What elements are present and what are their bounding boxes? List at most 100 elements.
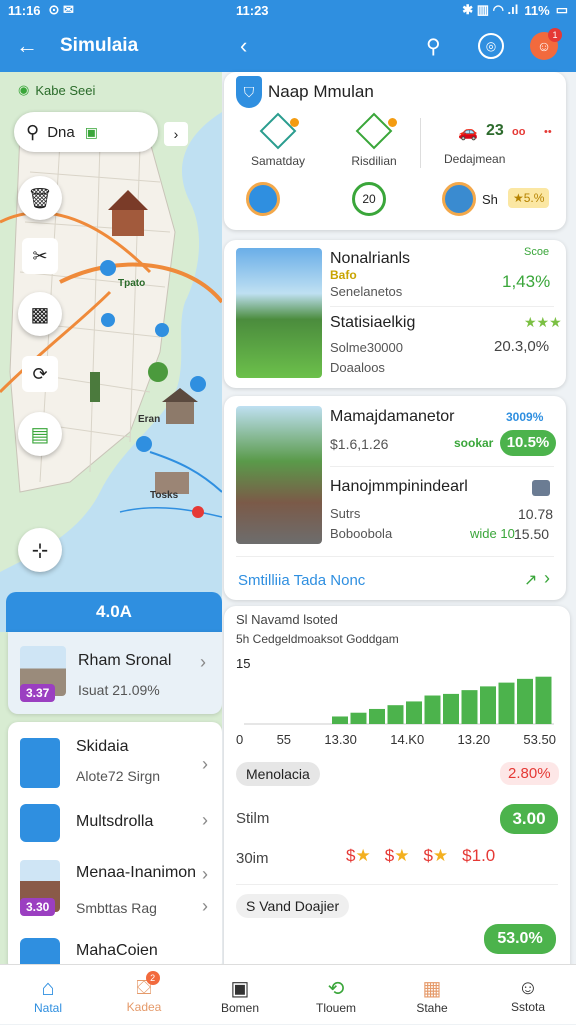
layers-button[interactable]: 🗑 — [18, 176, 62, 220]
chart-bar — [443, 693, 459, 724]
nav-label: Natal — [33, 1001, 62, 1015]
featured-badge: 3.37 — [20, 684, 56, 702]
price-tiers: $★ $★ $★ $1.0 — [346, 846, 495, 866]
refresh-button[interactable]: ⟳ — [22, 356, 58, 392]
chevron-right-icon: › — [202, 810, 208, 830]
detail-pill[interactable]: 53.0% — [484, 924, 556, 954]
price-tier-text: $ — [423, 846, 433, 865]
nav-item-home[interactable]: ⌂ Natal — [0, 965, 96, 1025]
list-item[interactable]: Multsdrolla › — [8, 802, 222, 844]
map-search-chip[interactable]: ⚲ Dna ▣ — [14, 112, 158, 152]
featured-title: Rham Sronal — [78, 652, 172, 669]
nav-item-updates[interactable]: ⟲ Tlouem — [288, 965, 384, 1025]
nature-card[interactable]: Nonalrianls Bafo Senelanetos Scoe 1,43% … — [224, 240, 566, 388]
map-tag: Eran — [138, 414, 161, 425]
divider — [420, 118, 421, 168]
map-thumb-icon[interactable] — [442, 182, 476, 216]
chart-area — [244, 676, 554, 725]
price-tier: $★ — [346, 846, 371, 866]
nav-badge: 2 — [145, 970, 160, 985]
score-chip-value: 20 — [362, 192, 376, 206]
tag-icon: ⛋ 2 — [136, 970, 160, 1000]
tools-icon: ✂ — [32, 245, 48, 266]
map-tag: Tpato — [118, 278, 146, 289]
back-arrow-icon[interactable]: ← — [16, 33, 38, 59]
left-panel: 11:16 ⊙ ✉ ← Simulaia ◉ Kabe Seei ⚲ Dna ▣… — [0, 0, 222, 964]
chart-bar — [350, 712, 367, 724]
stat-item[interactable]: Risdilian — [332, 112, 416, 178]
nav-item-profile[interactable]: ☺ Sstota — [480, 965, 576, 1025]
nature-percent: 1,43% — [502, 272, 551, 291]
tools-button[interactable]: ✂ — [22, 238, 58, 274]
nav-label: Sstota — [510, 999, 546, 1014]
star-icon: ★ — [355, 846, 371, 865]
list-item[interactable]: 3.30 Menaa-Inanimon Smbttas Rag › › — [8, 852, 222, 922]
landscape-icon[interactable] — [246, 182, 280, 216]
nav-item-tags[interactable]: ⛋ 2 Kadea — [96, 965, 192, 1025]
metric-percent: 2.80% — [500, 762, 559, 785]
nav-item-bookings[interactable]: ▣ Bomen — [192, 965, 288, 1025]
x-axis: 0 55 13.30 14.K0 13.20 53.50 — [236, 732, 556, 747]
route-card[interactable]: Mamajdamanetor 3009% $1.6,1.26 sookar 10… — [224, 396, 566, 600]
refresh-icon: ⟲ — [327, 977, 345, 1000]
map-expand-button[interactable]: › — [164, 122, 188, 146]
left-app-bar: ← Simulaia — [0, 20, 222, 72]
chart-bar — [406, 701, 422, 724]
trash-icon: 🗑 — [27, 187, 53, 210]
document-icon: ▤ — [30, 423, 50, 446]
search-icon[interactable]: ⚲ — [426, 34, 441, 59]
back-chevron-icon[interactable]: ‹ — [240, 33, 247, 59]
list-item-title: Menaa-Inanimon — [76, 864, 197, 881]
price-tier: $★ — [423, 846, 448, 866]
location-icon[interactable]: ◎ — [478, 33, 504, 59]
chevron-right-icon: › — [202, 754, 208, 774]
divider — [236, 556, 554, 557]
metric-chip[interactable]: Menolacia — [236, 762, 320, 786]
banner-value: 4.0A — [96, 602, 132, 621]
stats-value: 20.3,0% — [494, 338, 550, 355]
featured-sub: Isuat 21.09% — [78, 682, 160, 698]
list-item-sub: Smbttas Rag — [76, 900, 157, 916]
document-button[interactable]: ▤ — [18, 412, 62, 456]
right-panel: 11:23 ✱ ▥ ◠ .ıl 11% ▭ ‹ ⚲ ◎ ☺ 1 ⛉ Naap M… — [222, 0, 576, 964]
map-tag: Tosks — [150, 490, 179, 501]
chevron-right-icon: › — [202, 896, 208, 916]
metric-row-pill[interactable]: 3.00 — [500, 804, 558, 834]
right-label: Sh — [482, 192, 498, 207]
list-item[interactable]: Skidaia Alote72 Sirgn › — [8, 722, 222, 802]
star-icon: ★ — [432, 846, 449, 865]
route-score: 3009% — [506, 410, 544, 424]
route-percent-pill: 10.5% — [500, 430, 556, 456]
arrow-icon: ↗ — [524, 572, 538, 589]
x-tick: 55 — [276, 732, 292, 747]
score-chip[interactable]: 20 — [352, 182, 386, 216]
bottom-nav: ⌂ Natal ⛋ 2 Kadea ▣ Bomen ⟲ Tlouem ▦ Stah… — [0, 964, 576, 1024]
metric-row-label: 30im — [236, 850, 269, 867]
status-bar: 11:23 ✱ ▥ ◠ .ıl 11% ▭ — [222, 0, 576, 20]
list-badge: 3.30 — [20, 898, 56, 916]
recenter-button[interactable]: ⊹ — [18, 528, 62, 572]
notification-badge: 1 — [548, 28, 562, 42]
cube-button[interactable]: ▩ — [18, 292, 62, 336]
x-tick: 14.K0 — [390, 732, 425, 747]
list-item[interactable]: MahaCoien — [8, 930, 222, 964]
user-icon: ☺ — [517, 976, 539, 999]
nature-sub: Senelanetos — [330, 284, 403, 299]
chart-head1: Sl Navamd lsoted — [236, 612, 338, 627]
stat-item[interactable]: 🚗 23 oo •• Dedajmean — [436, 118, 562, 178]
detail-chip[interactable]: S Vand Doajier — [236, 894, 350, 918]
nav-item-store[interactable]: ▦ Stahe — [384, 965, 480, 1025]
route-footer-link[interactable]: Smtilliia Tada Nonc — [238, 572, 365, 589]
price-tier: $1.0 — [462, 846, 496, 865]
map-place-label: ◉ Kabe Seei — [18, 82, 95, 98]
x-tick: 0 — [236, 732, 244, 747]
list-thumb — [20, 738, 60, 788]
featured-item[interactable]: 3.37 Rham Sronal Isuat 21.09% › — [8, 632, 222, 714]
nav-label: Stahe — [416, 1000, 448, 1015]
divider — [236, 884, 558, 885]
sheet-banner[interactable]: 4.0A — [6, 592, 222, 632]
battery-text: 11% — [524, 2, 550, 18]
nature-tag: Bafo — [330, 268, 357, 282]
status-icons: ✱ ▥ ◠ .ıl — [462, 2, 519, 17]
stat-item[interactable]: Samatday — [238, 112, 318, 178]
